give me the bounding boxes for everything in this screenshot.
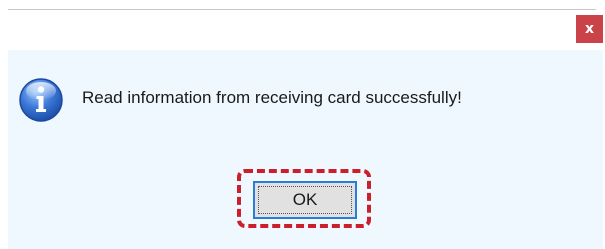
info-icon (19, 78, 63, 122)
ok-button-label: OK (292, 190, 318, 209)
message-dialog: x Read information from receiving card s… (0, 0, 605, 249)
close-button[interactable]: x (576, 15, 603, 43)
dialog-titlebar: x (0, 0, 605, 50)
titlebar-divider (8, 9, 596, 10)
dialog-message: Read information from receiving card suc… (82, 88, 462, 107)
ok-button[interactable]: OK (253, 181, 357, 219)
close-icon: x (584, 21, 595, 37)
